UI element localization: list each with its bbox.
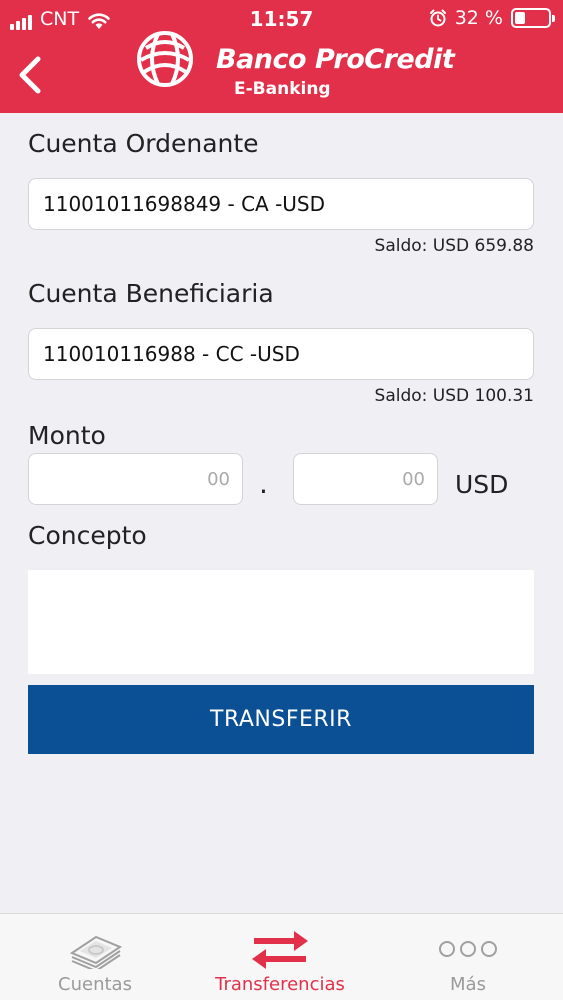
- battery-level: [515, 12, 525, 24]
- beneficiary-account-select[interactable]: 110010116988 - CC -USD: [28, 328, 534, 380]
- origin-balance: Saldo: USD 659.88: [374, 236, 534, 256]
- more-dots-icon: [439, 941, 497, 957]
- concept-label: Concepto: [28, 521, 147, 550]
- currency-label: USD: [455, 470, 509, 499]
- beneficiary-balance: Saldo: USD 100.31: [374, 386, 534, 406]
- tab-label-cuentas: Cuentas: [58, 974, 132, 995]
- amount-decimal-input[interactable]: 00: [293, 453, 438, 505]
- banknotes-icon: [69, 935, 123, 969]
- transfer-arrows-icon: [252, 931, 308, 969]
- tab-label-mas: Más: [450, 974, 486, 995]
- tab-transferencias[interactable]: Transferencias: [205, 914, 355, 1000]
- tab-bar: Cuentas Transferencias Más: [0, 913, 563, 1000]
- app-header: CNT 11:57 32 % Banco ProCredit E-Banking: [0, 0, 563, 113]
- origin-account-label: Cuenta Ordenante: [28, 129, 259, 158]
- beneficiary-account-value: 110010116988 - CC -USD: [43, 342, 300, 366]
- beneficiary-account-label: Cuenta Beneficiaria: [28, 279, 274, 308]
- status-bar: CNT 11:57 32 %: [0, 0, 563, 36]
- amount-integer-placeholder: 00: [207, 468, 230, 490]
- tab-cuentas[interactable]: Cuentas: [40, 914, 150, 1000]
- origin-account-value: 11001011698849 - CA -USD: [43, 192, 326, 216]
- transfer-button[interactable]: TRANSFERIR: [28, 685, 534, 754]
- tab-mas[interactable]: Más: [418, 914, 518, 1000]
- tab-label-transferencias: Transferencias: [215, 974, 345, 995]
- amount-integer-input[interactable]: 00: [28, 453, 243, 505]
- procredit-globe-logo: [137, 31, 193, 87]
- bank-brand-name: Banco ProCredit: [216, 44, 455, 75]
- ebanking-subtitle: E-Banking: [234, 79, 331, 99]
- concept-textarea[interactable]: [28, 570, 534, 674]
- amount-decimal-placeholder: 00: [402, 468, 425, 490]
- decimal-separator: .: [259, 467, 268, 500]
- battery-icon: [511, 8, 555, 28]
- chevron-left-icon: [19, 56, 41, 94]
- back-button[interactable]: [10, 52, 50, 98]
- battery-percent: 32 %: [454, 7, 503, 29]
- amount-label: Monto: [28, 421, 106, 450]
- origin-account-select[interactable]: 11001011698849 - CA -USD: [28, 178, 534, 230]
- alarm-icon: [429, 9, 446, 27]
